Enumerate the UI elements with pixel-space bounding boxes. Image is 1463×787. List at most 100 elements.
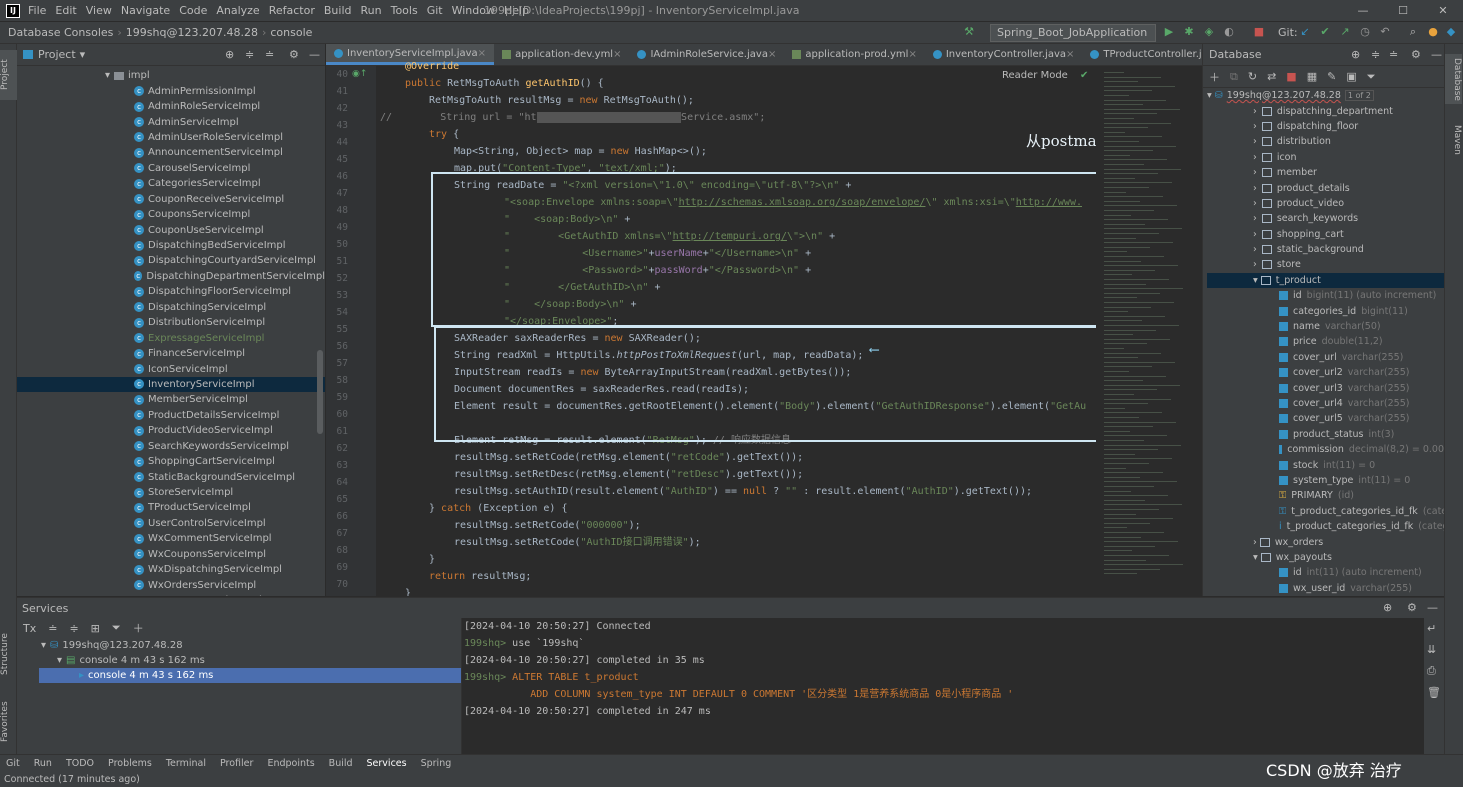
build-hammer-icon[interactable]: ⚒ <box>962 25 976 39</box>
table-node[interactable]: › shopping_cart <box>1207 227 1444 242</box>
project-file-item[interactable]: c WxCommentServiceImpl <box>17 531 325 546</box>
table-node[interactable]: › dispatching_department <box>1207 103 1444 118</box>
project-file-item[interactable]: cWxPayoutsServiceImpl <box>17 593 325 596</box>
menu-item-run[interactable]: Run <box>361 4 382 17</box>
menu-item-git[interactable]: Git <box>427 4 443 17</box>
wrap-icon[interactable]: ↵ <box>1427 622 1441 635</box>
close-tab-icon[interactable]: × <box>1066 49 1074 60</box>
breadcrumb-connection[interactable]: 199shq@123.207.48.28 <box>126 26 258 39</box>
project-file-item[interactable]: c UserControlServiceImpl <box>17 516 325 531</box>
menu-item-analyze[interactable]: Analyze <box>216 4 259 17</box>
menu-item-build[interactable]: Build <box>324 4 352 17</box>
menu-item-file[interactable]: File <box>28 4 46 17</box>
column-node[interactable]: commission decimal(8,2) = 0.00 <box>1207 442 1444 457</box>
column-node[interactable]: id bigint(11) (auto increment) <box>1207 288 1444 303</box>
project-title[interactable]: Project <box>38 48 76 61</box>
project-file-item[interactable]: c ExpressageServiceImpl <box>17 330 325 345</box>
column-node[interactable]: product_status int(3) <box>1207 427 1444 442</box>
editor-tab[interactable]: TProductController.java × <box>1082 44 1202 65</box>
breadcrumb-database-consoles[interactable]: Database Consoles <box>8 26 113 39</box>
run-configuration-select[interactable]: Spring_Boot_JobApplication ▾ <box>990 24 1156 55</box>
tool-tab-profiler[interactable]: Profiler <box>220 758 253 769</box>
column-node[interactable]: cover_url4 varchar(255) <box>1207 396 1444 411</box>
project-file-item[interactable]: c CarouselServiceImpl <box>17 161 325 176</box>
project-file-item[interactable]: c AdminUserRoleServiceImpl <box>17 130 325 145</box>
column-node[interactable]: name varchar(50) <box>1207 319 1444 334</box>
project-side-tab[interactable]: Project <box>0 50 17 100</box>
column-node[interactable]: cover_url varchar(255) <box>1207 350 1444 365</box>
git-commit-icon[interactable]: ✔ <box>1318 25 1332 39</box>
project-file-item[interactable]: c WxOrdersServiceImpl <box>17 577 325 592</box>
menu-item-navigate[interactable]: Navigate <box>121 4 170 17</box>
chevron-down-icon[interactable]: ▾ <box>80 48 86 61</box>
column-node[interactable]: cover_url5 varchar(255) <box>1207 411 1444 426</box>
menu-item-edit[interactable]: Edit <box>55 4 76 17</box>
gear-icon[interactable]: ⚙ <box>289 48 299 61</box>
service-console-node[interactable]: ▾ ▤ console 4 m 43 s 162 ms <box>41 653 461 668</box>
hide-panel-icon[interactable]: — <box>1431 48 1442 61</box>
add-icon[interactable]: ＋ <box>1209 69 1220 85</box>
project-file-item[interactable]: c CouponUseServiceImpl <box>17 222 325 237</box>
favorites-side-tab[interactable]: Favorites <box>0 692 17 752</box>
add-service-icon[interactable]: ⊕ <box>1383 601 1392 614</box>
project-file-item[interactable]: c WxDispatchingServiceImpl <box>17 562 325 577</box>
project-file-item[interactable]: c DispatchingServiceImpl <box>17 300 325 315</box>
tool-tab-run[interactable]: Run <box>34 758 52 769</box>
table-node[interactable]: › search_keywords <box>1207 211 1444 226</box>
search-everywhere-icon[interactable]: ⌕ <box>1406 25 1420 39</box>
project-file-item[interactable]: c TProductServiceImpl <box>17 500 325 515</box>
project-file-item[interactable]: c IconServiceImpl <box>17 361 325 376</box>
refresh-icon[interactable]: ↻ <box>1248 70 1257 83</box>
trash-icon[interactable]: 🗑 <box>1427 686 1441 699</box>
update-icon[interactable]: ● <box>1426 25 1440 39</box>
table-icon[interactable]: ▦ <box>1307 70 1317 83</box>
project-file-item[interactable]: c CouponsServiceImpl <box>17 207 325 222</box>
expand-all-icon[interactable]: ≐ <box>1389 48 1398 61</box>
table-node[interactable]: › member <box>1207 165 1444 180</box>
run-icon[interactable]: ▶ <box>1162 25 1176 39</box>
override-gutter-icon[interactable]: ◉↑ <box>352 66 367 83</box>
edit-icon[interactable]: ✎ <box>1327 70 1336 83</box>
filter-icon[interactable]: ⏷ <box>112 621 121 635</box>
table-node[interactable]: › distribution <box>1207 134 1444 149</box>
project-file-item[interactable]: c SearchKeywordsServiceImpl <box>17 439 325 454</box>
table-node[interactable]: › dispatching_floor <box>1207 119 1444 134</box>
column-node[interactable]: cover_url3 varchar(255) <box>1207 380 1444 395</box>
project-file-item[interactable]: c AnnouncementServiceImpl <box>17 145 325 160</box>
project-file-item[interactable]: c AdminRoleServiceImpl <box>17 99 325 114</box>
table-node[interactable]: › static_background <box>1207 242 1444 257</box>
column-node[interactable]: price double(11,2) <box>1207 334 1444 349</box>
project-file-item[interactable]: c ProductVideoServiceImpl <box>17 423 325 438</box>
tool-tab-terminal[interactable]: Terminal <box>166 758 206 769</box>
collapse-all-icon[interactable]: ≑ <box>245 48 254 61</box>
project-file-item[interactable]: c DispatchingDepartmentServiceImpl <box>17 269 325 284</box>
connection-node[interactable]: ▾ ⛁ 199shq@123.207.48.28 1 of 2 <box>1207 88 1444 103</box>
gear-icon[interactable]: ⚙ <box>1407 601 1417 614</box>
database-side-tab[interactable]: Database <box>1445 54 1462 104</box>
project-file-item[interactable]: c WxCouponsServiceImpl <box>17 547 325 562</box>
project-file-item[interactable]: c DispatchingFloorServiceImpl <box>17 284 325 299</box>
column-node[interactable]: categories_id bigint(11) <box>1207 303 1444 318</box>
page-badge[interactable]: 1 of 2 <box>1344 90 1374 102</box>
coverage-icon[interactable]: ◈ <box>1202 25 1216 39</box>
stop-icon[interactable]: ■ <box>1252 25 1266 39</box>
git-update-icon[interactable]: ↙ <box>1298 25 1312 39</box>
table-node[interactable]: › product_video <box>1207 196 1444 211</box>
project-file-item[interactable]: c FinanceServiceImpl <box>17 346 325 361</box>
column-node[interactable]: wx_user_id varchar(255) <box>1207 581 1444 596</box>
table-t-product[interactable]: ▾ t_product <box>1207 272 1444 289</box>
service-console-session[interactable]: ▸ console 4 m 43 s 162 ms <box>39 668 461 683</box>
table-wx-orders[interactable]: › wx_orders <box>1207 534 1444 549</box>
collapse-all-icon[interactable]: ≑ <box>69 622 78 635</box>
maximize-button[interactable]: ☐ <box>1383 0 1423 22</box>
hide-panel-icon[interactable]: — <box>309 48 320 61</box>
structure-side-tab[interactable]: Structure <box>0 624 17 684</box>
table-node[interactable]: › store <box>1207 257 1444 272</box>
console-icon[interactable]: ▣ <box>1346 70 1356 83</box>
project-file-item[interactable]: c CategoriesServiceImpl <box>17 176 325 191</box>
project-file-item[interactable]: c DispatchingBedServiceImpl <box>17 238 325 253</box>
target-icon[interactable]: ⊕ <box>1351 48 1360 61</box>
rollback-icon[interactable]: ↶ <box>1378 25 1392 39</box>
close-tab-icon[interactable]: × <box>908 49 916 60</box>
column-node[interactable]: cover_url2 varchar(255) <box>1207 365 1444 380</box>
